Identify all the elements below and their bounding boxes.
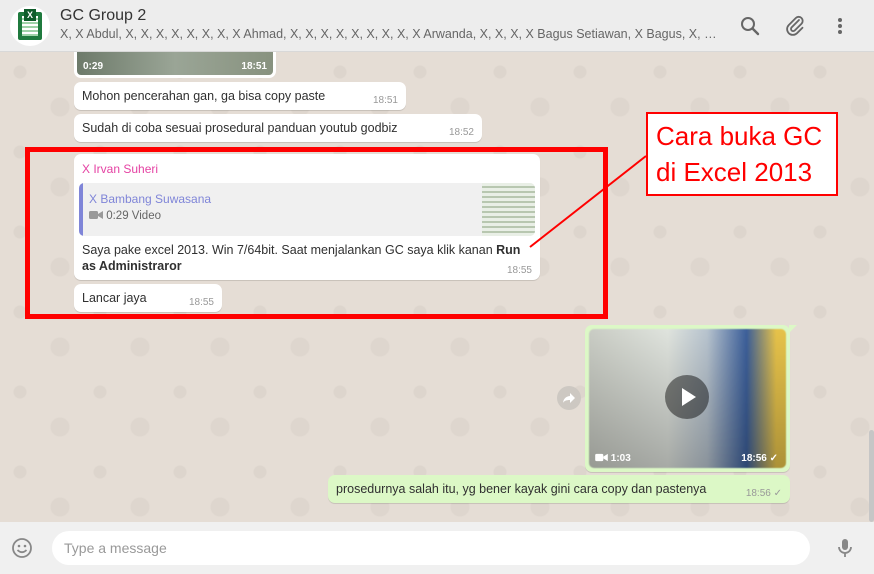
message-time: 18:56 ✓ [741, 453, 778, 464]
video-duration-text: 1:03 [610, 453, 631, 464]
forward-button[interactable] [557, 386, 581, 410]
message-bubble[interactable]: Mohon pencerahan gan, ga bisa copy paste… [74, 82, 406, 110]
play-button[interactable] [665, 375, 709, 419]
menu-icon[interactable] [828, 14, 852, 38]
chat-scrollbar[interactable] [868, 52, 874, 522]
group-members[interactable]: X, X Abdul, X, X, X, X, X, X, X, X Ahmad… [60, 27, 720, 41]
video-message-partial[interactable]: 0:29 18:51 [74, 52, 276, 78]
excel-x-icon: X [24, 9, 36, 21]
message-time: 18:51 [372, 95, 398, 106]
annotation-line-1: Cara buka GC [656, 121, 823, 151]
attach-icon[interactable] [783, 14, 807, 38]
message-time: 18:56 ✓ [745, 488, 782, 499]
message-text: Sudah di coba sesuai prosedural panduan … [82, 121, 398, 135]
bubble-tail [789, 325, 797, 333]
video-message[interactable]: 1:03 18:56 ✓ [585, 325, 790, 472]
group-avatar[interactable]: X [10, 6, 50, 46]
message-input[interactable] [52, 531, 810, 565]
video-camera-icon [595, 453, 608, 462]
video-duration: 0:29 [83, 61, 104, 72]
annotation-callout: Cara buka GC di Excel 2013 [646, 112, 838, 196]
composer [0, 522, 874, 574]
message-text: prosedurnya salah itu, yg bener kayak gi… [336, 482, 707, 496]
scrollbar-thumb[interactable] [869, 430, 874, 522]
mic-icon[interactable] [833, 536, 857, 560]
message-text: Mohon pencerahan gan, ga bisa copy paste [82, 89, 326, 103]
video-duration: 1:03 [595, 453, 631, 464]
group-title[interactable]: GC Group 2 [60, 7, 146, 25]
message-time: 18:51 [241, 61, 267, 72]
message-bubble[interactable]: Sudah di coba sesuai prosedural panduan … [74, 114, 482, 142]
message-list[interactable]: 0:29 18:51 Mohon pencerahan gan, ga bisa… [0, 52, 874, 522]
message-time: 18:52 [448, 127, 474, 138]
chat-header: X GC Group 2 X, X Abdul, X, X, X, X, X, … [0, 0, 874, 52]
forward-icon [563, 393, 575, 403]
annotation-box [25, 147, 608, 319]
emoji-icon[interactable] [10, 536, 34, 560]
search-icon[interactable] [738, 14, 762, 38]
annotation-line-2: di Excel 2013 [656, 157, 813, 187]
outgoing-message-bubble[interactable]: prosedurnya salah itu, yg bener kayak gi… [328, 475, 790, 503]
